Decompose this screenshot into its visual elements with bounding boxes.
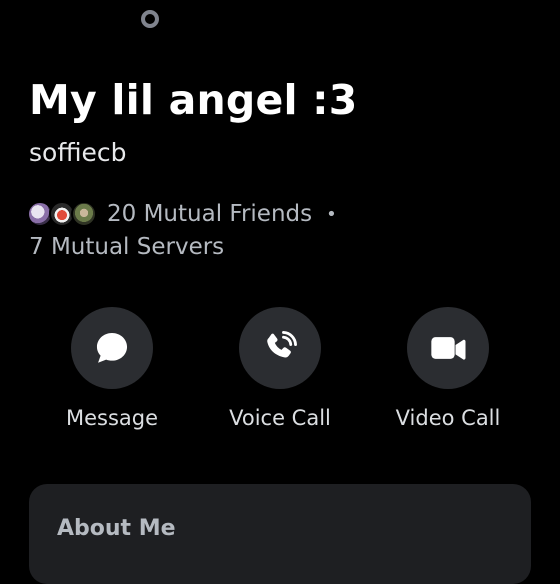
about-me-title: About Me	[57, 516, 176, 541]
status-indicator	[141, 10, 159, 28]
voice-call-button-circle[interactable]	[239, 307, 321, 389]
username[interactable]: soffiecb	[29, 138, 127, 167]
video-call-label: Video Call	[395, 406, 501, 430]
message-button-circle[interactable]	[71, 307, 153, 389]
mutual-friend-avatars	[27, 199, 99, 229]
mutual-servers-count[interactable]: 7 Mutual Servers	[29, 234, 224, 260]
display-name: My lil angel :3	[29, 76, 358, 124]
message-label: Message	[65, 406, 159, 430]
chat-bubble-icon	[96, 332, 128, 363]
message-button[interactable]: Message	[37, 307, 187, 430]
video-camera-icon	[431, 337, 466, 360]
mutual-friends-count[interactable]: 20 Mutual Friends	[107, 201, 312, 227]
video-call-button-circle[interactable]	[407, 307, 489, 389]
separator-dot: •	[326, 203, 337, 225]
mutual-friend-avatar	[71, 201, 97, 227]
mutual-friends-row[interactable]: 20 Mutual Friends •	[27, 198, 337, 230]
phone-icon	[267, 331, 297, 358]
about-me-card: About Me	[29, 484, 531, 584]
video-call-button[interactable]: Video Call	[373, 307, 523, 430]
voice-call-button[interactable]: Voice Call	[205, 307, 355, 430]
voice-call-label: Voice Call	[229, 406, 331, 430]
